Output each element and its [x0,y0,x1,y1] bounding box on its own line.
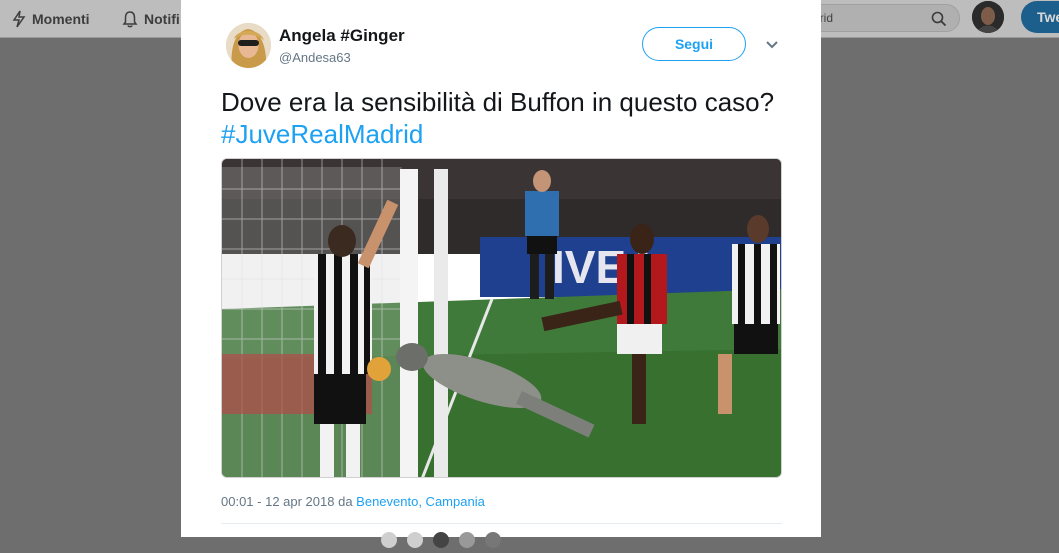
chevron-down-icon[interactable] [765,40,779,50]
follow-button[interactable]: Segui [642,27,746,61]
nav-moments-label: Momenti [32,10,90,27]
author-handle[interactable]: @Andesa63 [279,50,351,65]
hashtag-link[interactable]: #JuveRealMadrid [221,119,423,149]
author-avatar[interactable] [226,23,271,68]
divider [221,523,782,524]
liker-avatar[interactable] [433,532,449,548]
liker-avatar[interactable] [381,532,397,548]
nav-notifications-label: Notifi [144,10,180,27]
search-icon[interactable] [931,11,947,27]
lightning-icon [12,10,26,27]
tweet-text-main: Dove era la sensibilità di Buffon in que… [221,87,775,117]
liker-avatars[interactable] [381,532,511,553]
bell-icon [122,10,138,27]
nav-notifications[interactable]: Notifi [122,0,180,37]
nav-moments[interactable]: Momenti [12,0,90,37]
account-avatar[interactable] [972,1,1004,33]
follow-button-label: Segui [674,36,714,52]
tweet-photo[interactable]: IVEA [221,158,782,478]
liker-avatar[interactable] [459,532,475,548]
tweet-timestamp: 00:01 - 12 apr 2018 da [221,494,357,509]
tweet-text: Dove era la sensibilità di Buffon in que… [221,86,781,150]
compose-tweet-label: Twe [1037,9,1059,25]
liker-avatar[interactable] [407,532,423,548]
football-photo: IVEA [222,159,781,477]
liker-avatar[interactable] [485,532,501,548]
author-name[interactable]: Angela #Ginger [279,26,405,46]
tweet-metadata: 00:01 - 12 apr 2018 da Benevento, Campan… [221,494,485,509]
tweet-location-link[interactable]: Benevento, Campania [356,494,485,509]
tweet-permalink-modal: Angela #Ginger @Andesa63 Segui Dove era … [181,0,821,548]
compose-tweet-button[interactable]: Twe [1021,1,1059,33]
